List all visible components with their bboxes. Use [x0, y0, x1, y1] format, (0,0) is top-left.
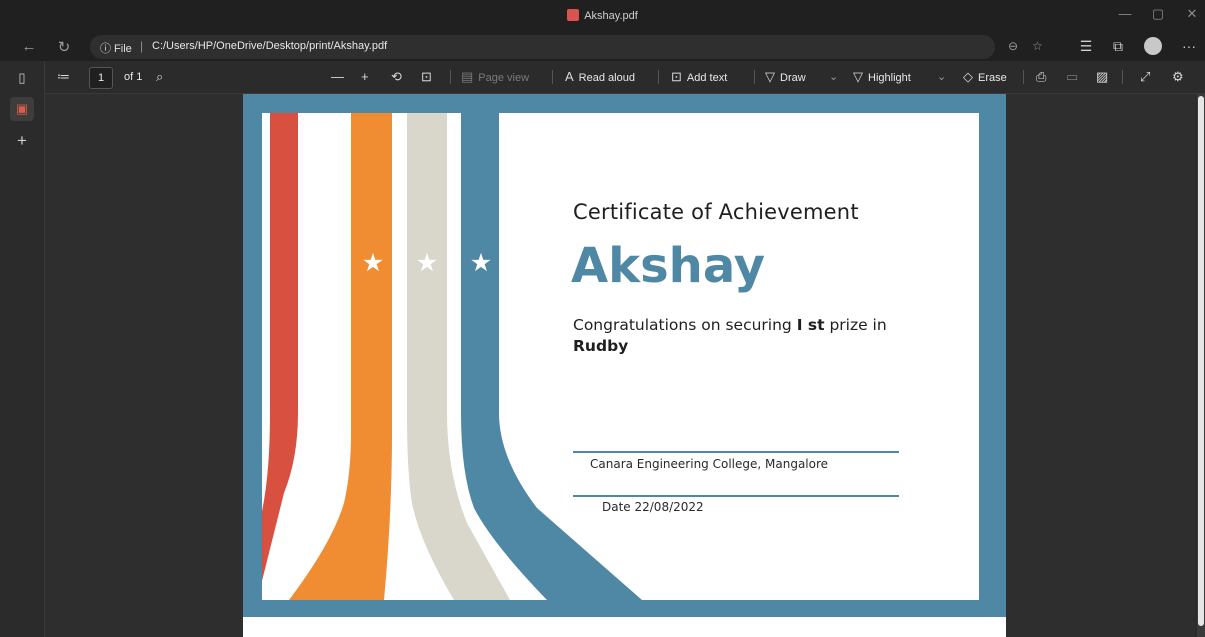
restore-button[interactable]: ▢ — [1146, 6, 1170, 22]
read-aloud-label: Read aloud — [578, 72, 635, 84]
draw-icon: ▽ — [765, 69, 775, 84]
save-as-icon[interactable]: ▨ — [1096, 69, 1108, 84]
pdf-file-icon — [567, 9, 580, 21]
url-text[interactable]: C:/Users/HP/OneDrive/Desktop/print/Aksha… — [152, 40, 387, 52]
add-text-button[interactable]: ⊡ Add text — [671, 61, 727, 93]
erase-button[interactable]: ◇ Erase — [963, 61, 1007, 93]
next-page-edge — [243, 617, 1006, 637]
prize-position: I st — [796, 316, 825, 334]
toolbar-divider — [1122, 70, 1123, 84]
toolbar-divider — [450, 70, 451, 84]
page-number-input[interactable]: 1 — [89, 67, 113, 89]
tab-actions-icon[interactable]: ▯ — [10, 66, 34, 90]
profile-avatar[interactable] — [1144, 37, 1162, 55]
more-icon[interactable]: ··· — [1178, 38, 1200, 54]
congratulations-suffix: prize in — [824, 316, 887, 334]
certificate-artwork: ★ ★ ★ ★ — [262, 113, 979, 600]
collections-icon[interactable]: ⧉ — [1107, 38, 1129, 55]
star-icon: ★ — [362, 248, 384, 277]
print-icon[interactable]: ⎙ — [1036, 69, 1046, 84]
back-icon[interactable]: ← — [18, 38, 40, 55]
highlight-button[interactable]: ▽ Highlight — [853, 61, 911, 93]
vertical-scrollbar[interactable] — [1197, 94, 1205, 637]
scrollbar-thumb[interactable] — [1198, 96, 1204, 626]
page-total: of 1 — [124, 71, 143, 83]
star-icon: ★ — [416, 248, 438, 277]
erase-label: Erase — [978, 72, 1007, 84]
zoom-out-icon[interactable]: — — [331, 69, 344, 84]
draw-button[interactable]: ▽ Draw — [765, 61, 806, 93]
site-info-button[interactable]: ⓘ File — [100, 40, 132, 56]
draw-label: Draw — [780, 72, 806, 84]
zoom-icon[interactable]: ⊖ — [1008, 39, 1018, 53]
toolbar-divider — [1023, 70, 1024, 84]
url-bar[interactable]: ⓘ File | C:/Users/HP/OneDrive/Desktop/pr… — [90, 35, 1043, 59]
address-toolbar: ← ↻ ⓘ File | C:/Users/HP/OneDrive/Deskto… — [0, 33, 1205, 61]
erase-icon: ◇ — [963, 69, 973, 84]
pdf-toolbar: ≔ 1 of 1 ⌕ — + ⟲ ⊡ ▤ Page view A Read alou… — [45, 61, 1205, 94]
congratulations-prefix: Congratulations on securing — [573, 316, 797, 334]
search-icon[interactable]: ⌕ — [156, 69, 163, 84]
toolbar-divider — [754, 70, 755, 84]
save-icon[interactable]: ▭ — [1066, 69, 1078, 84]
new-tab-icon[interactable]: + — [10, 129, 34, 153]
read-aloud-button[interactable]: A Read aloud — [565, 61, 635, 93]
window-title-text: Akshay.pdf — [584, 10, 638, 22]
minimize-button[interactable]: — — [1113, 6, 1137, 21]
fit-page-icon[interactable]: ⊡ — [421, 69, 432, 84]
pdf-tab-icon[interactable]: ▣ — [10, 97, 34, 121]
zoom-in-icon[interactable]: + — [361, 69, 369, 84]
read-aloud-icon: A — [565, 69, 574, 84]
favorite-star-icon[interactable]: ☆ — [1032, 39, 1043, 53]
star-icon: ★ — [470, 248, 492, 277]
window-titlebar: Akshay.pdf — ▢ ✕ — [0, 0, 1205, 33]
signature-line — [573, 451, 899, 453]
vertical-tabs-sidebar: ▯ ▣ + — [0, 61, 45, 637]
recipient-name: Akshay — [571, 238, 766, 294]
favorites-icon[interactable]: ☰ — [1075, 38, 1097, 55]
highlight-options-chevron-icon[interactable]: ⌄ — [937, 61, 946, 93]
toolbar-divider — [658, 70, 659, 84]
event-name: Rudby — [573, 337, 629, 355]
url-separator: | — [140, 39, 144, 53]
page-view-label: Page view — [478, 72, 530, 84]
draw-options-chevron-icon[interactable]: ⌄ — [829, 61, 838, 93]
college-name: Canara Engineering College, Mangalore — [590, 457, 829, 471]
page-view-button[interactable]: ▤ Page view — [461, 61, 529, 93]
date-line — [573, 495, 899, 497]
contents-icon[interactable]: ≔ — [57, 69, 70, 84]
toolbar-divider — [552, 70, 553, 84]
settings-icon[interactable]: ⚙ — [1172, 69, 1184, 84]
certificate-title: Certificate of Achievement — [573, 200, 859, 224]
add-text-icon: ⊡ — [671, 69, 682, 84]
refresh-icon[interactable]: ↻ — [53, 38, 75, 56]
add-text-label: Add text — [686, 72, 728, 84]
congratulations-text: Congratulations on securing I st prize i… — [573, 316, 887, 334]
star-icon: ★ — [308, 248, 330, 277]
certificate-date: Date 22/08/2022 — [602, 500, 704, 514]
window-title: Akshay.pdf — [0, 9, 1205, 22]
rotate-icon[interactable]: ⟲ — [391, 69, 402, 84]
page-view-icon: ▤ — [461, 69, 474, 84]
highlight-icon: ▽ — [853, 69, 863, 84]
fullscreen-icon[interactable]: ⤢ — [1140, 69, 1150, 84]
close-button[interactable]: ✕ — [1180, 6, 1204, 22]
highlight-label: Highlight — [868, 72, 911, 84]
